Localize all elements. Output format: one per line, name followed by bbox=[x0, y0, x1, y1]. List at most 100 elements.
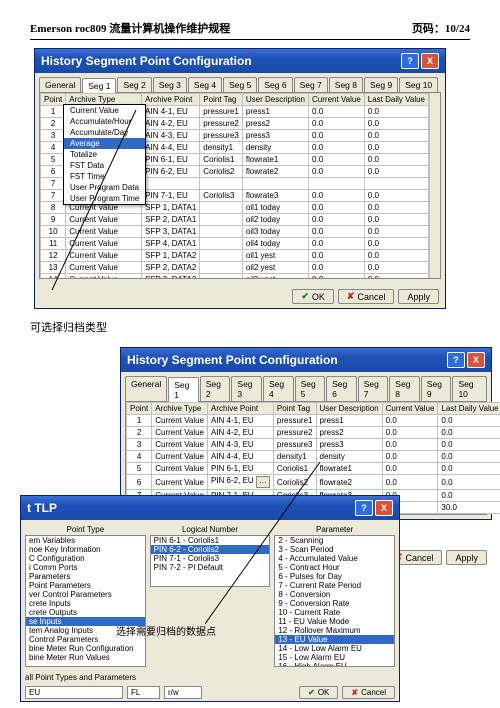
ok-button[interactable]: ✔OK bbox=[299, 686, 338, 699]
table-row[interactable]: 2Current ValueAIN 4-2, EUpressure2press2… bbox=[127, 427, 500, 439]
table-row[interactable]: 4Current ValueAIN 4-4, EUdensity1density… bbox=[127, 451, 500, 463]
point-type-list[interactable]: em Variablesnoe Key InformationC Configu… bbox=[25, 535, 146, 667]
tlp-col-point-type: Point Type bbox=[25, 524, 146, 535]
cancel-button[interactable]: ✘Cancel bbox=[338, 289, 395, 304]
dropdown-option[interactable]: User Program Data bbox=[64, 182, 145, 193]
close-icon[interactable]: X bbox=[421, 53, 439, 69]
tlp-col-logical-number: Logical Number bbox=[150, 524, 271, 535]
tlp-col-parameter: Parameter bbox=[274, 524, 395, 535]
ellipsis-button[interactable]: … bbox=[256, 476, 270, 488]
dropdown-option[interactable]: Totalize bbox=[64, 149, 145, 160]
tab-seg-1[interactable]: Seg 1 bbox=[82, 78, 116, 93]
table-row[interactable]: 3Current ValueAIN 4-3, EUpressure3press3… bbox=[127, 439, 500, 451]
parameter-list[interactable]: 2 - Scanning3 - Scan Period4 - Accumulat… bbox=[274, 535, 395, 667]
list-item[interactable]: 2 - Scanning bbox=[275, 536, 394, 545]
tab-seg-9[interactable]: Seg 9 bbox=[421, 376, 452, 401]
table-row[interactable]: 5Current ValuePIN 6-1, EUCoriolis1flowra… bbox=[127, 463, 500, 475]
table-row[interactable]: 6Current ValuePIN 6-2, EU …Coriolis2flow… bbox=[127, 475, 500, 490]
table-row[interactable]: 14Current ValueSFP 3, DATA2oil3 yest0.00… bbox=[41, 274, 429, 280]
list-item[interactable]: ver Control Parameters bbox=[26, 590, 145, 599]
annotation-archive-type: 可选择归档类型 bbox=[30, 319, 470, 335]
dropdown-option[interactable]: Accumulate/Hour bbox=[64, 116, 145, 127]
dropdown-option[interactable]: Accumulate/Day bbox=[64, 127, 145, 138]
tab-seg-6[interactable]: Seg 6 bbox=[258, 77, 292, 92]
tab-seg-6[interactable]: Seg 6 bbox=[326, 376, 357, 401]
close-icon[interactable]: X bbox=[375, 500, 393, 516]
archive-type-dropdown[interactable]: Current ValueAccumulate/HourAccumulate/D… bbox=[63, 104, 146, 205]
list-item[interactable]: 11 - EU Value Mode bbox=[275, 617, 394, 626]
tab-seg-4[interactable]: Seg 4 bbox=[188, 77, 222, 92]
tab-seg-3[interactable]: Seg 3 bbox=[153, 77, 187, 92]
list-item[interactable]: crete Outputs bbox=[26, 608, 145, 617]
list-item[interactable]: 16 - High Alarm EU bbox=[275, 662, 394, 667]
list-item[interactable]: PIN 6-1 - Coriolis1 bbox=[151, 536, 270, 545]
tab-seg-2[interactable]: Seg 2 bbox=[117, 77, 151, 92]
table-row[interactable]: 10Current ValueSFP 3, DATA1oil3 today0.0… bbox=[41, 226, 429, 238]
tab-seg-5[interactable]: Seg 5 bbox=[295, 376, 326, 401]
table-row[interactable]: 1Current ValueAIN 4-1, EUpressure1press1… bbox=[127, 415, 500, 427]
apply-button[interactable]: Apply bbox=[398, 289, 439, 304]
list-item[interactable]: 6 - Pulses for Day bbox=[275, 572, 394, 581]
dropdown-option[interactable]: FST Time bbox=[64, 171, 145, 182]
cancel-button[interactable]: ✘Cancel bbox=[342, 686, 395, 699]
list-item[interactable]: bine Meter Run Configuration bbox=[26, 644, 145, 653]
annotation-select-point: 选择需要归档的数据点 bbox=[116, 623, 216, 638]
list-item[interactable]: PIN 6-2 - Coriolis2 bbox=[151, 545, 270, 554]
list-item[interactable]: 3 - Scan Period bbox=[275, 545, 394, 554]
list-item[interactable]: 12 - Rollover Maximum bbox=[275, 626, 394, 635]
help-icon[interactable]: ? bbox=[401, 53, 419, 69]
tab-seg-9[interactable]: Seg 9 bbox=[364, 77, 398, 92]
list-item[interactable]: PIN 7-2 - PI Default bbox=[151, 563, 270, 572]
doc-title: Emerson roc809 流量计算机操作维护规程 bbox=[30, 20, 230, 36]
list-item[interactable]: 10 - Current Rate bbox=[275, 608, 394, 617]
list-item[interactable]: Parameters bbox=[26, 572, 145, 581]
tab-seg-2[interactable]: Seg 2 bbox=[200, 376, 231, 401]
tab-seg-10[interactable]: Seg 10 bbox=[399, 77, 438, 92]
table-row[interactable]: 9Current ValueSFP 2, DATA1oil2 today0.00… bbox=[41, 214, 429, 226]
help-icon[interactable]: ? bbox=[355, 500, 373, 516]
tab-seg-7[interactable]: Seg 7 bbox=[294, 77, 328, 92]
list-item[interactable]: em Variables bbox=[26, 536, 145, 545]
tlp-footer-field-3: r/w bbox=[164, 686, 202, 699]
tab-seg-5[interactable]: Seg 5 bbox=[223, 77, 257, 92]
tab-seg-8[interactable]: Seg 8 bbox=[389, 376, 420, 401]
show-all-label: all Point Types and Parameters bbox=[25, 673, 136, 682]
list-item[interactable]: 8 - Conversion bbox=[275, 590, 394, 599]
list-item[interactable]: C Configuration bbox=[26, 554, 145, 563]
ok-button[interactable]: ✔OK bbox=[292, 289, 334, 304]
list-item[interactable]: bine Meter Run Values bbox=[26, 653, 145, 662]
list-item[interactable]: 13 - EU Value bbox=[275, 635, 394, 644]
table-row[interactable]: 12Current ValueSFP 1, DATA2oil1 yest0.00… bbox=[41, 250, 429, 262]
list-item[interactable]: Point Parameters bbox=[26, 581, 145, 590]
list-item[interactable]: 15 - Low Alarm EU bbox=[275, 653, 394, 662]
list-item[interactable]: i Comm Ports bbox=[26, 563, 145, 572]
logical-number-list[interactable]: PIN 6-1 - Coriolis1PIN 6-2 - Coriolis2PI… bbox=[150, 535, 271, 587]
list-item[interactable]: PIN 7-1 - Coriolis3 bbox=[151, 554, 270, 563]
tab-seg-4[interactable]: Seg 4 bbox=[263, 376, 294, 401]
tlp-window: t TLP ? X Point Type em Variablesnoe Key… bbox=[20, 495, 400, 702]
help-icon[interactable]: ? bbox=[447, 352, 465, 368]
dropdown-option[interactable]: Average bbox=[64, 138, 145, 149]
list-item[interactable]: 4 - Accumulated Value bbox=[275, 554, 394, 563]
tab-seg-7[interactable]: Seg 7 bbox=[358, 376, 389, 401]
tab-seg-8[interactable]: Seg 8 bbox=[329, 77, 363, 92]
dropdown-option[interactable]: FST Data bbox=[64, 160, 145, 171]
dropdown-option[interactable]: User Program Time bbox=[64, 193, 145, 204]
tab-seg-1[interactable]: Seg 1 bbox=[168, 377, 199, 402]
apply-button[interactable]: Apply bbox=[446, 550, 487, 565]
dropdown-option[interactable]: Current Value bbox=[64, 105, 145, 116]
list-item[interactable]: 5 - Contract Hour bbox=[275, 563, 394, 572]
list-item[interactable]: noe Key Information bbox=[26, 545, 145, 554]
window-title: History Segment Point Configuration bbox=[41, 54, 252, 68]
list-item[interactable]: 7 - Current Rate Period bbox=[275, 581, 394, 590]
table-row[interactable]: 11Current ValueSFP 4, DATA1oil4 today0.0… bbox=[41, 238, 429, 250]
close-icon[interactable]: X bbox=[467, 352, 485, 368]
tab-seg-3[interactable]: Seg 3 bbox=[231, 376, 262, 401]
table-row[interactable]: 13Current ValueSFP 2, DATA2oil2 yest0.00… bbox=[41, 262, 429, 274]
tab-seg-10[interactable]: Seg 10 bbox=[452, 376, 487, 401]
list-item[interactable]: 9 - Conversion Rate bbox=[275, 599, 394, 608]
tab-general[interactable]: General bbox=[125, 376, 167, 401]
tab-general[interactable]: General bbox=[39, 77, 81, 92]
list-item[interactable]: 14 - Low Low Alarm EU bbox=[275, 644, 394, 653]
list-item[interactable]: crete Inputs bbox=[26, 599, 145, 608]
